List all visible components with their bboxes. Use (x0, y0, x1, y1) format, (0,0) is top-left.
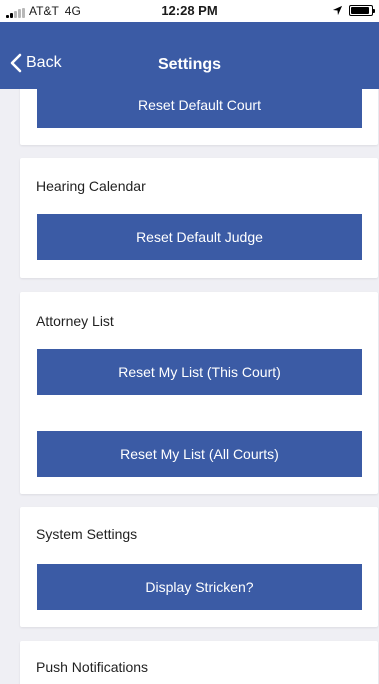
back-button[interactable]: Back (10, 53, 62, 73)
section-hearing-calendar: Hearing Calendar Reset Default Judge (20, 158, 378, 278)
location-arrow-icon (332, 5, 343, 16)
status-bar: AT&T 4G 12:28 PM (0, 0, 379, 22)
section-attorney-list: Attorney List Reset My List (This Court)… (20, 292, 378, 494)
reset-my-list-all-courts-button[interactable]: Reset My List (All Courts) (37, 431, 362, 477)
reset-my-list-this-court-button[interactable]: Reset My List (This Court) (37, 349, 362, 395)
section-title: Push Notifications (36, 659, 149, 675)
reset-default-court-button[interactable]: Reset Default Court (37, 89, 362, 128)
section-title: Hearing Calendar (36, 178, 146, 194)
section-title: Attorney List (36, 313, 114, 329)
display-stricken-button[interactable]: Display Stricken? (37, 564, 362, 610)
status-time: 12:28 PM (161, 3, 218, 18)
settings-list[interactable]: Reset Default Court Hearing Calendar Res… (0, 89, 379, 684)
section-title: System Settings (36, 526, 138, 542)
battery-level (351, 7, 369, 14)
section-push-notifications: Push Notifications (20, 641, 378, 684)
back-label: Back (26, 54, 62, 71)
chevron-left-icon (10, 53, 22, 73)
reset-default-judge-button[interactable]: Reset Default Judge (37, 214, 362, 260)
section-system-settings: System Settings Display Stricken? (20, 507, 378, 627)
navigation-bar: Back Settings (0, 22, 379, 89)
battery-icon (349, 5, 375, 16)
section-default-court: Reset Default Court (20, 89, 378, 145)
